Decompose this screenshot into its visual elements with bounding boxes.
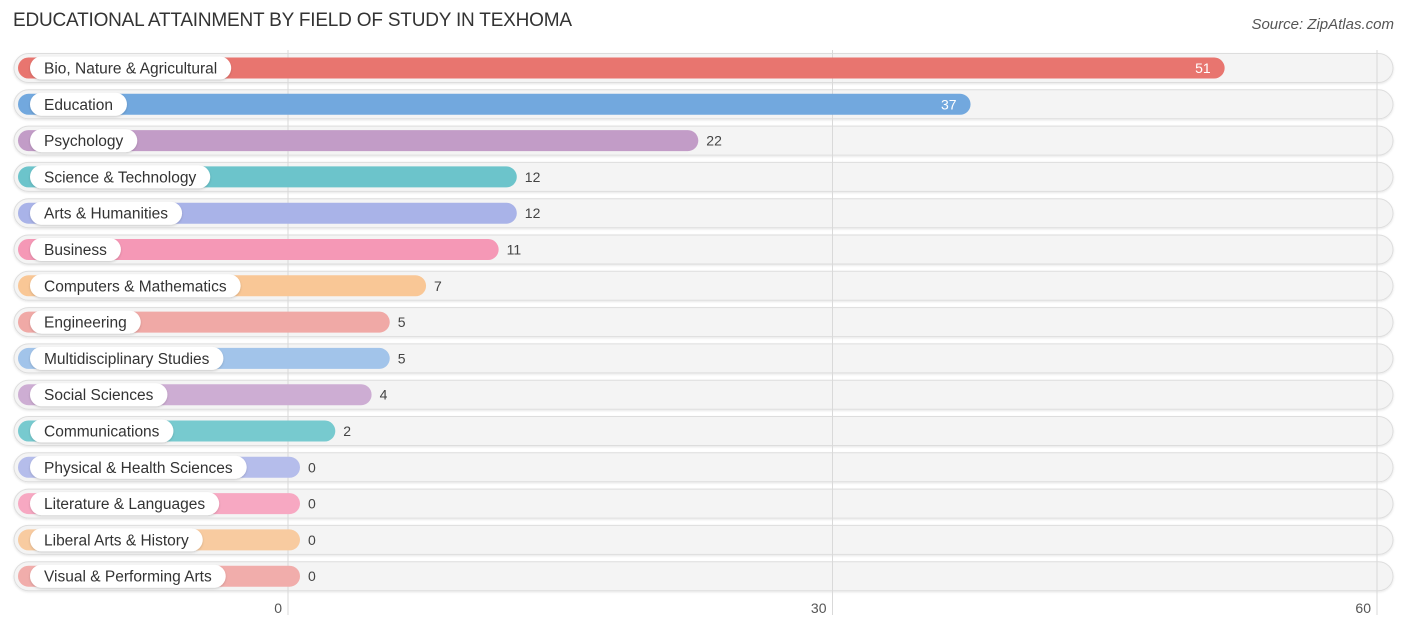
bar — [18, 93, 971, 115]
category-label: Bio, Nature & Agricultural — [44, 61, 217, 78]
value-label: 0 — [308, 532, 316, 548]
bar-row: Literature & Languages 0 — [18, 492, 316, 516]
bar-row: Arts & Humanities 12 — [18, 201, 541, 225]
bar-row: Science & Technology 12 — [18, 165, 541, 189]
bar-row: Social Sciences 4 — [18, 383, 388, 407]
value-label: 2 — [343, 423, 351, 439]
value-label: 5 — [398, 350, 406, 366]
value-label: 51 — [1195, 60, 1211, 76]
category-label: Science & Technology — [44, 169, 196, 186]
value-label: 4 — [380, 387, 388, 403]
category-label: Visual & Performing Arts — [44, 569, 212, 586]
value-label: 0 — [308, 459, 316, 475]
value-label: 37 — [941, 96, 957, 112]
x-tick-label: 60 — [1355, 600, 1371, 616]
value-label: 11 — [507, 242, 522, 258]
bar-row: Communications 2 — [18, 419, 351, 443]
bar-row: Physical & Health Sciences 0 — [18, 455, 316, 479]
category-label: Social Sciences — [44, 387, 154, 404]
category-label: Liberal Arts & History — [44, 532, 189, 549]
category-label: Arts & Humanities — [44, 206, 168, 223]
bar-row: Psychology 22 — [18, 129, 722, 153]
category-label: Engineering — [44, 315, 127, 332]
category-label: Education — [44, 97, 113, 114]
bar-row: Business 11 — [18, 238, 521, 261]
value-label: 0 — [308, 568, 316, 584]
value-label: 22 — [706, 133, 722, 149]
category-label: Business — [44, 242, 107, 259]
bar-row: Education 37 — [18, 92, 971, 116]
x-tick-label: 30 — [811, 600, 827, 616]
bar-row: Computers & Mathematics 7 — [18, 274, 442, 298]
value-label: 12 — [525, 205, 541, 221]
bar-row: Multidisciplinary Studies 5 — [18, 346, 406, 370]
bar-row: Bio, Nature & Agricultural 51 — [18, 56, 1225, 80]
value-label: 0 — [308, 496, 316, 512]
value-label: 5 — [398, 314, 406, 330]
bar-row: Engineering 5 — [18, 310, 406, 334]
value-label: 12 — [525, 169, 541, 185]
category-label: Multidisciplinary Studies — [44, 351, 210, 368]
category-label: Psychology — [44, 133, 124, 150]
category-label: Computers & Mathematics — [44, 278, 227, 295]
value-label: 7 — [434, 278, 442, 294]
x-axis-ticks: 0 30 60 — [274, 600, 1371, 616]
x-tick-label: 0 — [274, 600, 282, 616]
category-label: Literature & Languages — [44, 496, 205, 513]
category-label: Physical & Health Sciences — [44, 460, 233, 477]
bar-chart: Bio, Nature & Agricultural 51 Education 37 P… — [13, 50, 1394, 616]
bar-row: Liberal Arts & History 0 — [18, 528, 316, 552]
category-label: Communications — [44, 424, 160, 441]
bar-row: Visual & Performing Arts 0 — [18, 564, 316, 588]
